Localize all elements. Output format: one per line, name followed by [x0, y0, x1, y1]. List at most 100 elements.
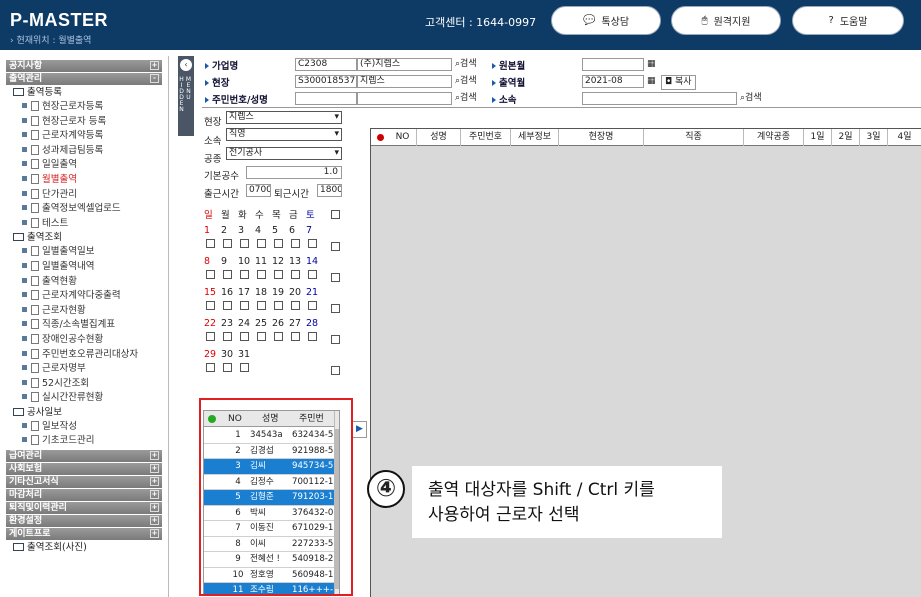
- help-button[interactable]: ? 도움말: [792, 6, 904, 35]
- grid-col-header[interactable]: 2일: [832, 129, 860, 146]
- expand-icon[interactable]: +: [150, 516, 159, 526]
- site-select[interactable]: 지렙스: [226, 111, 342, 124]
- calendar-icon[interactable]: ▦: [647, 58, 656, 71]
- expand-icon[interactable]: +: [150, 477, 159, 487]
- sidebar-item[interactable]: 52시간조회: [0, 377, 168, 392]
- site-code-input[interactable]: S300018537: [295, 75, 357, 88]
- name-input[interactable]: [357, 92, 452, 105]
- sidebar-item[interactable]: 일별출역일보: [0, 245, 168, 260]
- grid-col-header[interactable]: 3일: [860, 129, 888, 146]
- sidebar-item[interactable]: 근로자명부: [0, 362, 168, 377]
- week-checkbox[interactable]: [331, 273, 340, 282]
- grid-col-header[interactable]: 1일: [804, 129, 832, 146]
- sidebar-group[interactable]: 공사일보: [0, 406, 168, 420]
- day-checkbox[interactable]: [291, 332, 300, 341]
- sidebar-item[interactable]: 장애인공수현황: [0, 333, 168, 348]
- day-checkbox[interactable]: [274, 270, 283, 279]
- day-checkbox[interactable]: [308, 301, 317, 310]
- day-checkbox[interactable]: [223, 270, 232, 279]
- menu-hidden-toggle[interactable]: ‹ MENU HIDDEN: [178, 56, 194, 136]
- sidebar-item[interactable]: 기초코드관리: [0, 434, 168, 449]
- grid-col-header[interactable]: 현장명: [559, 129, 644, 146]
- sidebar-section[interactable]: 환경설정 +: [6, 515, 162, 528]
- day-checkbox[interactable]: [223, 301, 232, 310]
- grid-col-header[interactable]: 계약공종: [744, 129, 804, 146]
- sidebar-section[interactable]: 공지사항 +: [6, 60, 162, 72]
- day-checkbox[interactable]: [291, 239, 300, 248]
- grid-col-header[interactable]: NO: [389, 129, 417, 146]
- sidebar-item[interactable]: 테스트: [0, 217, 168, 232]
- chat-button[interactable]: 💬 톡상담: [551, 6, 661, 35]
- sidebar-item[interactable]: 단가관리: [0, 188, 168, 203]
- move-right-button[interactable]: ▶: [352, 421, 367, 438]
- grid-col-header[interactable]: 직종: [644, 129, 744, 146]
- sidebar-group[interactable]: 출역조회(사진): [0, 541, 168, 555]
- day-checkbox[interactable]: [206, 301, 215, 310]
- day-checkbox[interactable]: [274, 301, 283, 310]
- site-search-button[interactable]: ⌕검색: [455, 75, 477, 88]
- grid-col-header[interactable]: 4일: [888, 129, 921, 146]
- all-checkbox[interactable]: [331, 210, 340, 219]
- origin-month-input[interactable]: [582, 58, 644, 71]
- expand-icon[interactable]: +: [150, 490, 159, 500]
- day-checkbox[interactable]: [308, 332, 317, 341]
- sidebar-section[interactable]: 마감처리 +: [6, 489, 162, 502]
- day-checkbox[interactable]: [240, 239, 249, 248]
- id-input[interactable]: [295, 92, 357, 105]
- grid-col-header[interactable]: 성명: [417, 129, 461, 146]
- day-checkbox[interactable]: [206, 270, 215, 279]
- sidebar-item[interactable]: 성과제급팀등록: [0, 144, 168, 159]
- day-checkbox[interactable]: [257, 301, 266, 310]
- sidebar-item[interactable]: 일일출역: [0, 158, 168, 173]
- expand-icon[interactable]: +: [150, 529, 159, 539]
- company-code-input[interactable]: C2308: [295, 58, 357, 71]
- grid-col-header[interactable]: 세부정보: [511, 129, 559, 146]
- day-checkbox[interactable]: [274, 239, 283, 248]
- work-month-input[interactable]: 2021-08: [582, 75, 644, 88]
- chevron-left-icon[interactable]: ‹: [180, 59, 192, 71]
- expand-icon[interactable]: +: [150, 451, 159, 461]
- grid-col-header[interactable]: 주민번호: [461, 129, 511, 146]
- sidebar-item[interactable]: 근로자계약등록: [0, 129, 168, 144]
- week-checkbox[interactable]: [331, 366, 340, 375]
- day-checkbox[interactable]: [257, 239, 266, 248]
- sidebar-item[interactable]: 일보작성: [0, 420, 168, 435]
- sidebar-item[interactable]: 출역현황: [0, 275, 168, 290]
- company-search-button[interactable]: ⌕검색: [455, 58, 477, 71]
- day-checkbox[interactable]: [206, 239, 215, 248]
- site-name-input[interactable]: 지렙스: [357, 75, 452, 88]
- sidebar-item[interactable]: 일별출역내역: [0, 260, 168, 275]
- affiliation-search-button[interactable]: ⌕검색: [740, 92, 762, 105]
- day-checkbox[interactable]: [308, 239, 317, 248]
- day-checkbox[interactable]: [240, 363, 249, 372]
- sidebar-group[interactable]: 출역조회: [0, 231, 168, 245]
- day-checkbox[interactable]: [308, 270, 317, 279]
- base-hours-input[interactable]: 1.0: [246, 166, 342, 179]
- sidebar-section[interactable]: 급여관리 +: [6, 450, 162, 463]
- sidebar-item[interactable]: 근로자계약다중출력: [0, 289, 168, 304]
- week-checkbox[interactable]: [331, 242, 340, 251]
- week-checkbox[interactable]: [331, 304, 340, 313]
- day-checkbox[interactable]: [223, 332, 232, 341]
- expand-icon[interactable]: +: [150, 464, 159, 474]
- sidebar-item[interactable]: 월별출역: [0, 173, 168, 188]
- id-search-button[interactable]: ⌕검색: [455, 92, 477, 105]
- day-checkbox[interactable]: [291, 270, 300, 279]
- day-checkbox[interactable]: [223, 239, 232, 248]
- company-name-input[interactable]: (주)지렙스: [357, 58, 452, 71]
- day-checkbox[interactable]: [240, 270, 249, 279]
- expand-icon[interactable]: +: [150, 61, 159, 70]
- collapse-icon[interactable]: -: [150, 74, 159, 83]
- sidebar-item[interactable]: 출역정보엑셀업로드: [0, 202, 168, 217]
- sidebar-item[interactable]: 현장근로자등록: [0, 100, 168, 115]
- sidebar-group[interactable]: 출역등록: [0, 86, 168, 100]
- day-checkbox[interactable]: [223, 363, 232, 372]
- trade-select[interactable]: 전기공사: [226, 147, 342, 160]
- sidebar-item[interactable]: 주민번호오류관리대상자: [0, 348, 168, 363]
- day-checkbox[interactable]: [274, 332, 283, 341]
- day-checkbox[interactable]: [240, 332, 249, 341]
- day-checkbox[interactable]: [206, 363, 215, 372]
- day-checkbox[interactable]: [257, 270, 266, 279]
- sidebar-section[interactable]: 사회보험 +: [6, 463, 162, 476]
- expand-icon[interactable]: +: [150, 503, 159, 513]
